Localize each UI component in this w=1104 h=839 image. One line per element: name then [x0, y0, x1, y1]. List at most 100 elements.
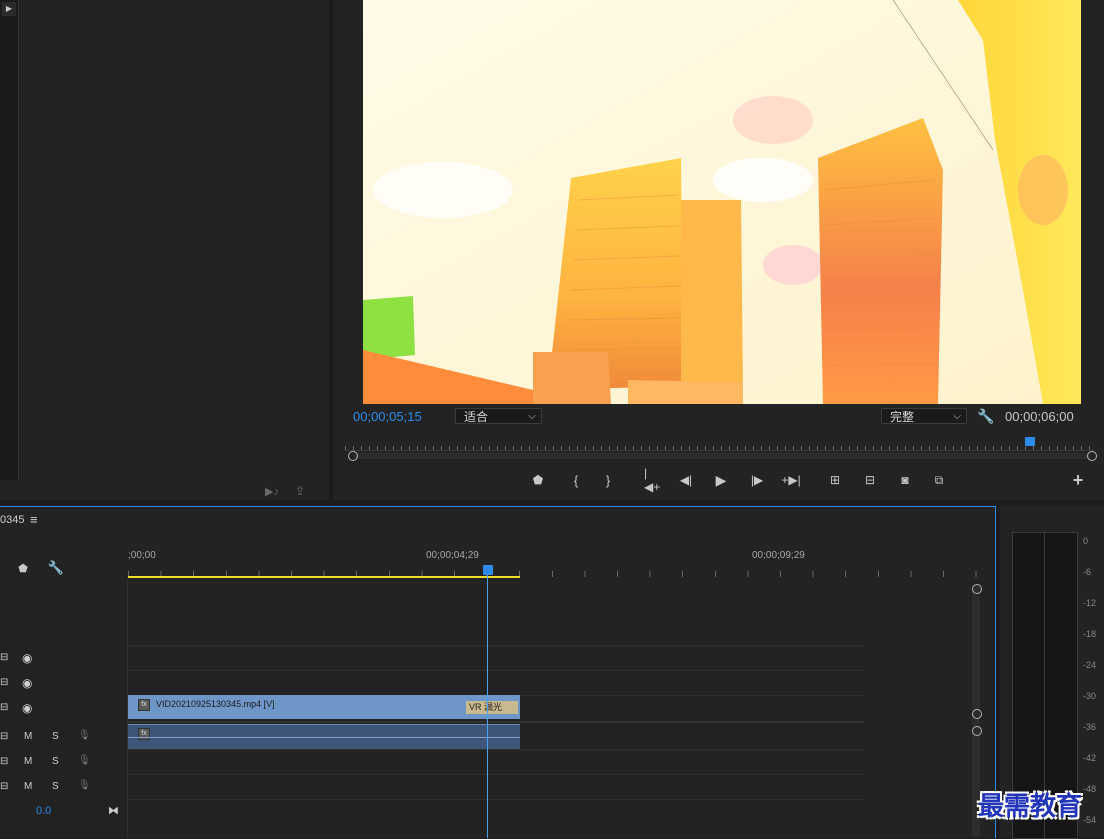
chevron-down-icon: ⌵	[528, 411, 536, 422]
microphone-icon[interactable]: 🎙	[78, 730, 91, 741]
eye-icon[interactable]: ◉	[22, 651, 32, 665]
sync-lock-icon[interactable]: ⊟	[0, 781, 8, 792]
mark-out-icon[interactable]: }	[600, 472, 616, 488]
solo-button[interactable]: S	[52, 781, 59, 792]
track-divider	[128, 749, 864, 750]
scroll-handle-mid[interactable]	[972, 709, 982, 719]
quality-dropdown-label: 完整	[890, 410, 915, 424]
monitor-time-ruler[interactable]	[345, 438, 1093, 451]
track-divider	[128, 799, 864, 800]
go-to-in-icon[interactable]: |◀+	[644, 466, 662, 494]
fx-badge-icon: fx	[138, 699, 150, 711]
master-track-header: 0.0 ⧓	[0, 799, 128, 823]
video-track-1-header: ⊟ ◉	[0, 695, 128, 719]
sync-lock-icon[interactable]: ⊟	[0, 652, 8, 663]
play-icon[interactable]: ▶	[713, 472, 729, 488]
mute-button[interactable]: M	[24, 731, 32, 742]
compare-icon[interactable]: ⧉	[930, 472, 948, 488]
master-expand-icon[interactable]: ⧓	[108, 804, 119, 817]
video-frame	[363, 0, 1081, 404]
solo-button[interactable]: S	[52, 756, 59, 767]
track-divider	[128, 645, 864, 646]
master-volume-value[interactable]: 0.0	[36, 805, 51, 817]
audio-clip[interactable]: fx	[128, 724, 520, 749]
audio-track-1-header: ⊟ M S 🎙	[0, 724, 128, 748]
fit-dropdown-label: 适合	[464, 410, 489, 424]
timeline-settings-icon[interactable]: 🔧	[48, 560, 64, 575]
timeline-playhead-handle[interactable]	[483, 565, 493, 575]
fx-badge-icon: fx	[138, 728, 150, 740]
step-back-icon[interactable]: ◀|	[678, 472, 694, 488]
add-button-icon[interactable]: +	[1070, 470, 1086, 490]
video-track-3-header: ⊟ ◉	[0, 645, 128, 669]
mute-button[interactable]: M	[24, 756, 32, 767]
share-icon[interactable]: ⇪	[292, 484, 308, 498]
meter-label: -36	[1083, 722, 1097, 732]
timeline-ruler[interactable]: ;00;00 00;00;04;29 00;00;09;29	[128, 545, 983, 579]
video-track-2-header: ⊟ ◉	[0, 670, 128, 694]
transition-effect[interactable]: VR 漏光	[466, 701, 518, 714]
zoom-handle-left[interactable]	[348, 451, 358, 461]
chevron-down-icon: ⌵	[953, 411, 961, 422]
meter-label: -54	[1083, 815, 1097, 825]
video-clip-name: VID20210925130345.mp4 [V]	[156, 699, 275, 709]
video-audio-divider	[128, 721, 864, 723]
eye-icon[interactable]: ◉	[22, 701, 32, 715]
eye-icon[interactable]: ◉	[22, 676, 32, 690]
meter-label: -12	[1083, 598, 1097, 608]
marker-icon[interactable]: ⬟	[530, 472, 546, 488]
video-clip[interactable]: fx VID20210925130345.mp4 [V] VR 漏光	[128, 695, 520, 719]
meter-label: -24	[1083, 660, 1097, 670]
track-divider	[128, 670, 864, 671]
timeline-playhead-line	[487, 575, 488, 838]
monitor-playhead[interactable]	[1025, 437, 1035, 446]
sync-lock-icon[interactable]: ⊟	[0, 702, 8, 713]
export-frame-icon[interactable]: ◙	[897, 472, 913, 488]
zoom-handle-right[interactable]	[1087, 451, 1097, 461]
fit-dropdown[interactable]: 适合 ⌵	[455, 408, 542, 424]
insert-audio-icon[interactable]: ▶♪	[264, 484, 280, 498]
microphone-icon[interactable]: 🎙	[78, 780, 91, 791]
panel-divider[interactable]	[329, 0, 333, 500]
duration-timecode: 00;00;06;00	[1005, 409, 1074, 424]
wrench-icon[interactable]: 🔧	[977, 408, 994, 424]
mute-button[interactable]: M	[24, 781, 32, 792]
expand-arrow-icon[interactable]: ▶	[2, 2, 16, 16]
microphone-icon[interactable]: 🎙	[78, 755, 91, 766]
extract-icon[interactable]: ⊟	[860, 472, 880, 488]
watermark: 最需教育	[978, 792, 1083, 822]
ruler-label-end: 00;00;09;29	[752, 550, 805, 561]
add-marker-icon[interactable]: ⬟	[16, 561, 30, 575]
quality-dropdown[interactable]: 完整 ⌵	[881, 408, 967, 424]
meter-label: -42	[1083, 753, 1097, 763]
solo-button[interactable]: S	[52, 731, 59, 742]
meter-label: -6	[1083, 567, 1092, 577]
sync-lock-icon[interactable]: ⊟	[0, 756, 8, 767]
go-to-out-icon[interactable]: +▶|	[781, 472, 800, 488]
program-monitor: 00;00;05;15 适合 ⌵ 完整 ⌵ 🔧 00;00;06;00 ⬟ { …	[333, 0, 1104, 500]
meter-label: -30	[1083, 691, 1097, 701]
track-divider	[128, 774, 864, 775]
sync-lock-icon[interactable]: ⊟	[0, 731, 8, 742]
meter-label: -48	[1083, 784, 1097, 794]
scroll-handle-bottom[interactable]	[972, 726, 982, 736]
current-timecode[interactable]: 00;00;05;15	[353, 409, 422, 424]
scroll-handle-top[interactable]	[972, 584, 982, 594]
ruler-label-mid: 00;00;04;29	[426, 550, 479, 561]
timeline-panel: 0345 ≡ ⬟ 🔧 ;00;00 00;00;04;29 00;00;09;2…	[0, 506, 996, 838]
audio-waveform	[128, 737, 520, 738]
sync-lock-icon[interactable]: ⊟	[0, 677, 8, 688]
ruler-label-start: ;00;00	[128, 550, 156, 561]
audio-track-2-header: ⊟ M S 🎙	[0, 749, 128, 773]
audio-track-3-header: ⊟ M S 🎙	[0, 774, 128, 798]
monitor-zoom-bar[interactable]	[353, 453, 1091, 459]
lift-icon[interactable]: ⊞	[825, 472, 845, 488]
sequence-tab-label[interactable]: 0345	[0, 514, 24, 526]
work-area-bar[interactable]	[128, 576, 520, 578]
video-frame-image	[363, 0, 1081, 404]
mark-in-icon[interactable]: {	[568, 472, 584, 488]
meter-label: 0	[1083, 536, 1089, 546]
step-forward-icon[interactable]: |▶	[749, 472, 765, 488]
panel-menu-icon[interactable]: ≡	[30, 512, 38, 527]
project-panel: ▶ ▶♪ ⇪	[0, 0, 329, 500]
